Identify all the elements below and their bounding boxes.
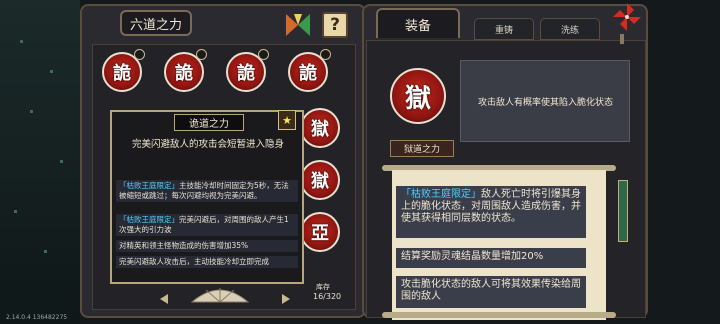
- power-orb[interactable]: 詭: [164, 49, 207, 92]
- chain-decoration: [620, 34, 624, 44]
- scroll-effect-item: 「枯败王庭限定」敌人死亡时将引爆其身上的脆化状态，对周围敌人造成伤害，并使其获得…: [396, 186, 586, 238]
- power-orb[interactable]: 詭: [226, 49, 269, 92]
- tooltip-effect-row: 完美闪避敌人攻击后，主动技能冷却立即完成: [116, 256, 298, 268]
- scroll-effect-item: 攻击脆化状态的敌人可将其效果传染给周围的敌人: [396, 276, 586, 308]
- power-orb[interactable]: 詭: [288, 49, 331, 92]
- tooltip-effect-row: 对精英和领主怪物造成的伤害增加35%: [116, 240, 298, 252]
- next-page-arrow-icon[interactable]: [282, 294, 290, 304]
- tab-reforge[interactable]: 重铸: [474, 18, 534, 40]
- pinwheel-icon: [613, 3, 641, 31]
- switch-icon[interactable]: [284, 12, 312, 38]
- storage-label: 库存: [316, 283, 330, 291]
- help-button[interactable]: ?: [322, 12, 348, 38]
- tooltip-effect-row: 「枯败王庭限定」主技能冷却时间固定为5秒，无法被缩短或跳过；每次闪避均视为完美闪…: [116, 180, 298, 202]
- scroll-rod-bottom: [382, 312, 616, 318]
- tab-equip[interactable]: 装备: [376, 8, 460, 38]
- game-background: [0, 0, 80, 324]
- power-orb[interactable]: 詭: [102, 49, 145, 92]
- power-orb[interactable]: 獄: [300, 160, 340, 200]
- scroll-effect-item: 结算奖励灵魂结晶数量增加20%: [396, 248, 586, 268]
- star-badge-icon: ★: [278, 110, 296, 130]
- prev-page-arrow-icon[interactable]: [160, 294, 168, 304]
- effect-text: 攻击敌人有概率使其陷入脆化状态: [478, 98, 614, 108]
- power-orb[interactable]: 亞: [300, 212, 340, 252]
- tooltip-effect-row: 「枯败王庭限定」完美闪避后，对周围的敌人产生1次强大的引力波: [116, 214, 298, 236]
- tooltip-description: 完美闪避敌人的攻击会短暂进入隐身: [131, 139, 284, 150]
- side-tassel-decoration: [618, 180, 628, 242]
- equipped-orb[interactable]: 獄: [390, 68, 446, 124]
- power-name-plate: 狱道之力: [390, 140, 454, 157]
- fan-decoration-icon: [190, 288, 250, 303]
- tab-wash[interactable]: 洗练: [540, 18, 600, 40]
- storage-count: 16/320: [313, 292, 342, 301]
- power-orb[interactable]: 獄: [300, 108, 340, 148]
- version-text: 2.14.0.4 136482275: [6, 314, 68, 321]
- panel-title: 六道之力: [120, 10, 192, 36]
- tooltip-title: 诡道之力: [174, 114, 244, 131]
